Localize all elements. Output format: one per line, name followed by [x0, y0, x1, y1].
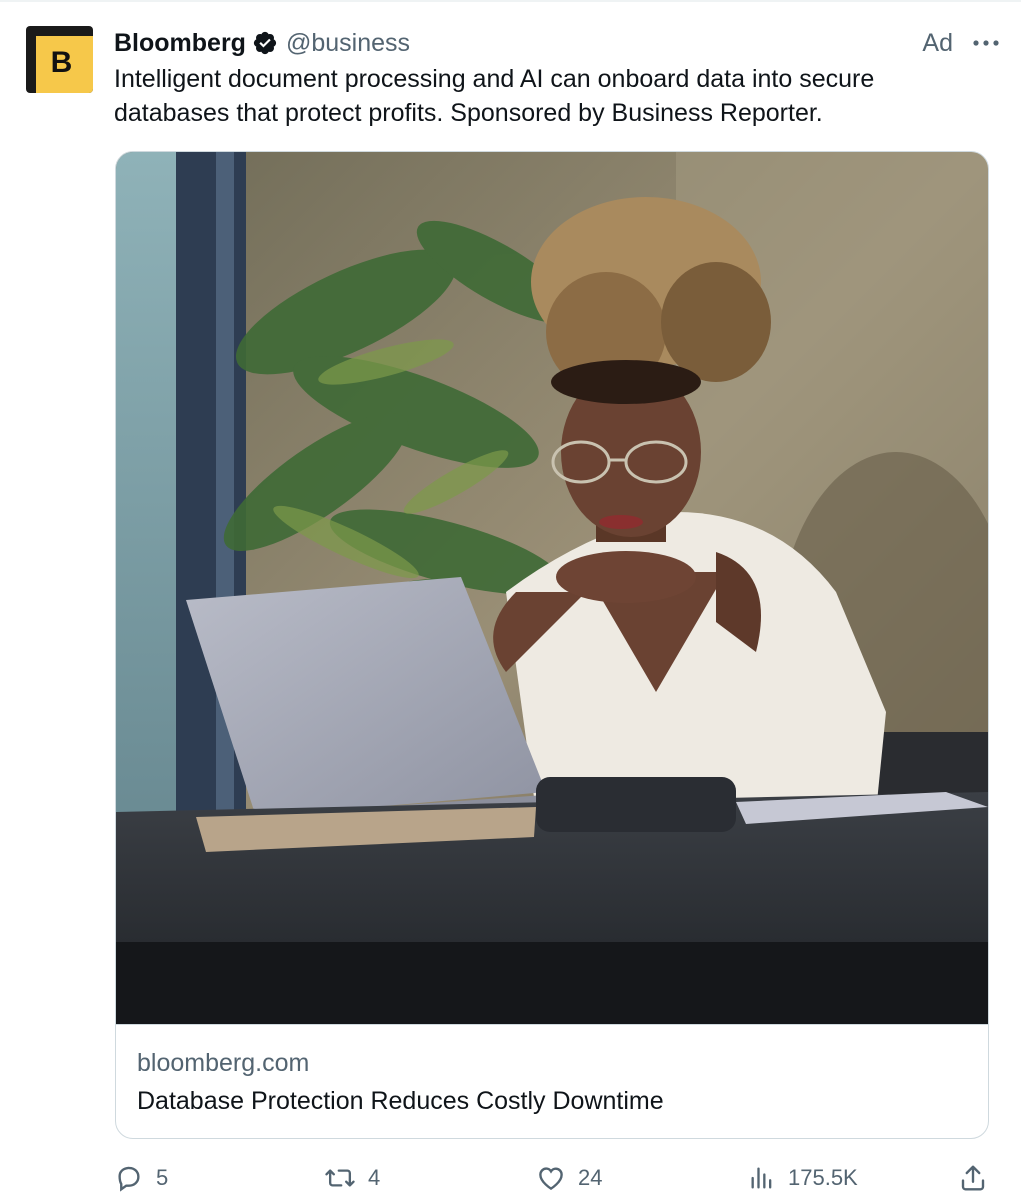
avatar[interactable]: B [26, 26, 93, 93]
card-domain: bloomberg.com [137, 1049, 310, 1077]
like-button[interactable]: 24 [536, 1158, 602, 1198]
card-title[interactable]: Database Protection Reduces Costly Downt… [137, 1087, 664, 1116]
link-card[interactable]: bloomberg.com Database Protection Reduce… [115, 151, 989, 1139]
share-button[interactable] [958, 1158, 988, 1198]
tweet-header: Bloomberg @business Ad [114, 26, 1001, 60]
card-footer[interactable]: bloomberg.com Database Protection Reduce… [116, 1024, 988, 1138]
repost-button[interactable]: 4 [324, 1158, 380, 1198]
ad-label: Ad [922, 28, 953, 57]
card-image[interactable] [116, 152, 988, 1024]
reply-count: 5 [156, 1165, 169, 1190]
heart-icon [539, 1167, 563, 1191]
views-count: 175.5K [788, 1165, 858, 1190]
reply-icon [118, 1166, 140, 1192]
author-name[interactable]: Bloomberg [114, 29, 246, 58]
verified-badge-icon[interactable] [252, 30, 278, 56]
like-count: 24 [578, 1165, 603, 1190]
repost-icon [325, 1169, 355, 1187]
top-divider [0, 0, 1021, 2]
avatar-logo: B [36, 36, 93, 93]
tweet-text: Intelligent document processing and AI c… [114, 65, 875, 127]
views-button[interactable]: 175.5K [748, 1158, 858, 1198]
repost-count: 4 [368, 1165, 381, 1190]
author-handle[interactable]: @business [286, 29, 410, 58]
photo-illustration [116, 152, 988, 1024]
share-icon [961, 1165, 985, 1191]
avatar-letter: B [50, 45, 73, 79]
reply-button[interactable]: 5 [114, 1158, 168, 1198]
action-bar: 5 4 24 175.5K [114, 1158, 994, 1198]
more-dots-icon[interactable] [971, 28, 1001, 58]
views-bar-chart-icon [751, 1167, 772, 1189]
